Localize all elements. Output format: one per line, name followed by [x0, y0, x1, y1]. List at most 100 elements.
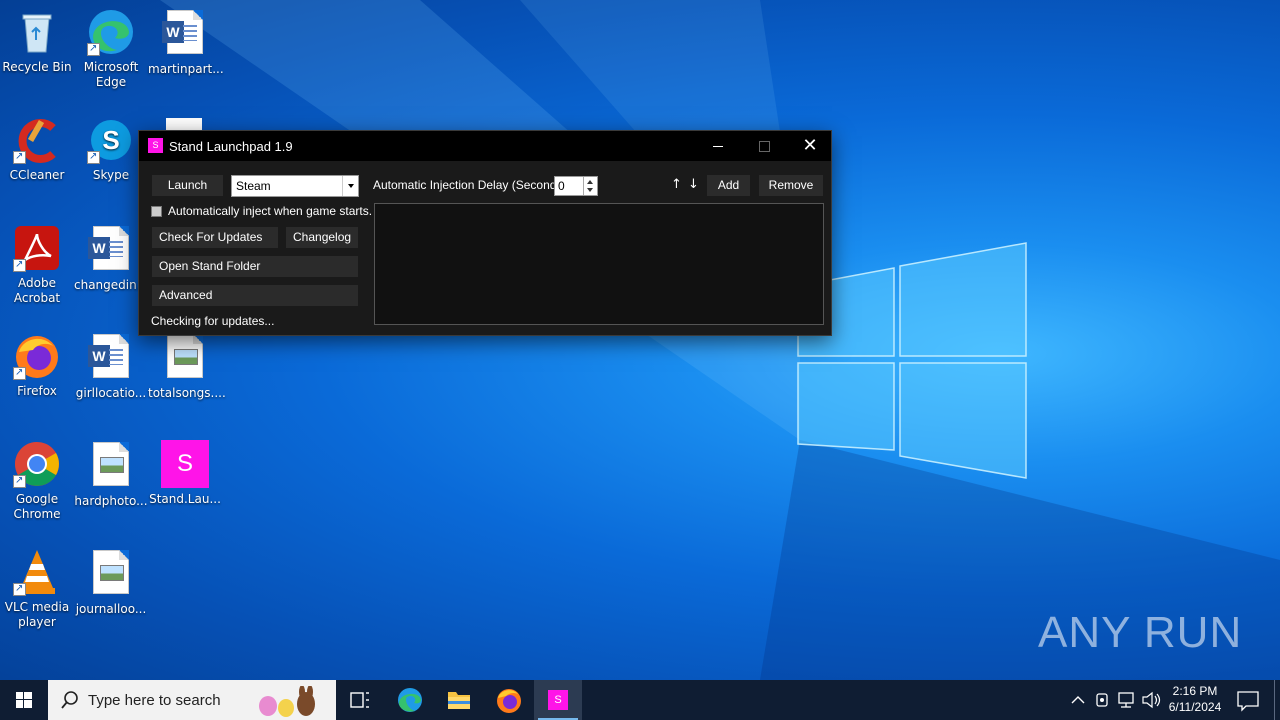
firefox-icon: [13, 332, 61, 380]
desktop-icon-hardphoto[interactable]: hardphoto...: [74, 440, 148, 509]
changelog-button[interactable]: Changelog: [286, 227, 358, 248]
svg-text:S: S: [102, 125, 119, 155]
stand-app-icon: S: [161, 440, 209, 488]
word-document-icon: W: [87, 334, 135, 382]
injection-delay-stepper[interactable]: 0: [554, 176, 598, 196]
desktop-icon-vlc[interactable]: VLC media player: [0, 548, 74, 630]
injection-delay-label: Automatic Injection Delay (Seconds):: [373, 178, 570, 192]
desktop-icon-recycle-bin[interactable]: Recycle Bin: [0, 8, 74, 75]
taskbar-search[interactable]: Type here to search: [48, 680, 336, 720]
chevron-up-icon[interactable]: [1068, 680, 1088, 720]
task-view-icon: [350, 692, 369, 708]
task-view-button[interactable]: [336, 680, 384, 720]
taskbar-file-explorer[interactable]: [435, 680, 483, 720]
clock-date: 6/11/2024: [1168, 700, 1222, 714]
vlc-icon: [13, 548, 61, 596]
desktop-icon-label: VLC media player: [4, 600, 70, 629]
search-icon: [61, 691, 78, 709]
launcher-select-value: Steam: [236, 179, 271, 193]
desktop-icon-stand-launchpad[interactable]: S Stand.Lau...: [148, 440, 222, 507]
chevron-down-icon[interactable]: [342, 176, 358, 196]
show-desktop-button[interactable]: [1274, 680, 1275, 720]
acrobat-icon: [13, 224, 61, 272]
injection-delay-value: 0: [558, 179, 565, 193]
word-document-icon: W: [161, 10, 209, 58]
desktop-icon-label: girllocatio...: [75, 386, 147, 400]
desktop-icon-label: Adobe Acrobat: [13, 276, 61, 305]
desktop-icon-label: Skype: [92, 168, 130, 182]
stand-app-icon: S: [548, 690, 568, 710]
stepper-down-icon[interactable]: [587, 188, 593, 192]
anyrun-watermark: ANY RUN: [1038, 608, 1243, 657]
desktop-icon-label: changedin...: [74, 278, 149, 292]
clock-time: 2:16 PM: [1172, 684, 1218, 698]
desktop-icon-label: martinpart...: [148, 62, 224, 76]
taskbar-clock[interactable]: 2:16 PM 6/11/2024: [1160, 683, 1230, 715]
desktop-icon-firefox[interactable]: Firefox: [0, 332, 74, 399]
move-down-button[interactable]: ↓: [688, 177, 699, 192]
word-document-icon: W: [87, 226, 135, 274]
maximize-button[interactable]: [741, 131, 787, 161]
desktop-icon-label: totalsongs....: [148, 386, 226, 400]
desktop-icon-totalsongs[interactable]: totalsongs....: [148, 332, 226, 401]
desktop-icon-label: Stand.Lau...: [149, 492, 221, 506]
launch-button[interactable]: Launch: [152, 175, 223, 196]
network-icon[interactable]: [1116, 680, 1138, 720]
add-button[interactable]: Add: [707, 175, 750, 196]
desktop-icon-label: journalloo...: [75, 602, 147, 616]
desktop-icon-label: Firefox: [17, 384, 57, 398]
stand-launchpad-window: S Stand Launchpad 1.9 ✕ Launch Steam Aut…: [138, 130, 832, 336]
desktop-icon-adobe-acrobat[interactable]: Adobe Acrobat: [0, 224, 74, 306]
taskbar-edge[interactable]: [386, 680, 434, 720]
stand-app-icon: S: [148, 138, 163, 153]
check-for-updates-button[interactable]: Check For Updates: [152, 227, 278, 248]
desktop-icon-skype[interactable]: S Skype: [74, 116, 148, 183]
update-status-text: Checking for updates...: [151, 314, 275, 328]
minimize-button[interactable]: [695, 131, 741, 161]
desktop-icon-ccleaner[interactable]: CCleaner: [0, 116, 74, 183]
open-stand-folder-button[interactable]: Open Stand Folder: [152, 256, 358, 277]
edge-icon: [87, 8, 135, 56]
search-placeholder: Type here to search: [88, 692, 221, 709]
skype-icon: S: [87, 116, 135, 164]
desktop-icon-label: Recycle Bin: [2, 60, 72, 74]
taskbar-stand-launchpad[interactable]: S: [534, 680, 582, 720]
desktop-icon-changedin[interactable]: W changedin...: [74, 224, 148, 293]
edge-icon: [398, 688, 422, 712]
firefox-icon: [497, 689, 521, 713]
desktop-icon-martinpart[interactable]: W martinpart...: [148, 8, 224, 77]
desktop-icon-journalloo[interactable]: journalloo...: [74, 548, 148, 617]
start-button[interactable]: [0, 680, 48, 720]
close-button[interactable]: ✕: [787, 131, 833, 161]
image-file-icon: [87, 550, 135, 598]
stepper-buttons[interactable]: [583, 177, 597, 195]
auto-inject-label[interactable]: Automatically inject when game starts.: [168, 204, 372, 218]
ccleaner-icon: [13, 116, 61, 164]
desktop-icon-label: CCleaner: [9, 168, 65, 182]
window-titlebar[interactable]: S Stand Launchpad 1.9 ✕: [139, 131, 831, 161]
desktop-icon-label: hardphoto...: [74, 494, 148, 508]
recycle-bin-icon: [13, 8, 61, 56]
remove-button[interactable]: Remove: [759, 175, 823, 196]
desktop-icon-label: Microsoft Edge: [83, 60, 139, 89]
launcher-select[interactable]: Steam: [231, 175, 359, 197]
window-title: Stand Launchpad 1.9: [169, 139, 293, 154]
meet-now-icon[interactable]: [1093, 680, 1113, 720]
image-file-icon: [161, 334, 209, 382]
desktop-icon-girllocatio[interactable]: W girllocatio...: [74, 332, 148, 401]
folder-icon: [448, 692, 470, 709]
dll-list[interactable]: [374, 203, 824, 325]
taskbar: Type here to search S 2:16 PM 6/11/2024: [0, 680, 1280, 720]
advanced-button[interactable]: Advanced: [152, 285, 358, 306]
windows-start-icon: [16, 692, 32, 708]
taskbar-firefox[interactable]: [485, 680, 533, 720]
stepper-up-icon[interactable]: [587, 180, 593, 184]
desktop-icon-google-chrome[interactable]: Google Chrome: [0, 440, 74, 522]
image-file-icon: [87, 442, 135, 490]
easter-eggs-icon: [259, 686, 315, 717]
desktop-icon-edge[interactable]: Microsoft Edge: [74, 8, 148, 90]
auto-inject-checkbox[interactable]: [151, 206, 162, 217]
notification-icon[interactable]: [1226, 680, 1270, 720]
move-up-button[interactable]: ↑: [671, 177, 682, 192]
volume-icon[interactable]: [1140, 680, 1162, 720]
